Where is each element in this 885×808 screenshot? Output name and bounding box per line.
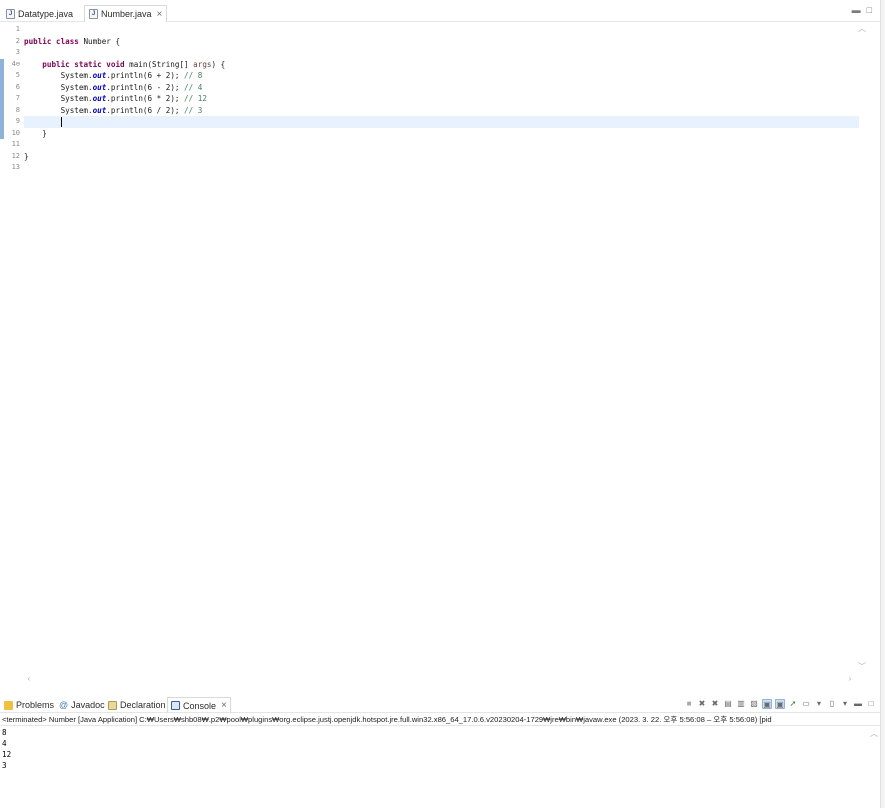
tab-label: Declaration: [120, 700, 166, 710]
scroll-up-icon[interactable]: ︿: [857, 24, 867, 34]
line-number: 2: [15, 36, 20, 45]
code-line: public static void main(String[] args) {: [42, 59, 226, 69]
chevron-down-icon[interactable]: ▾: [814, 699, 824, 709]
line-number-gutter: 1 2 3 4⊖ 5 6 7 8 9 10 11 12 13: [0, 22, 22, 684]
code-line: System.out.println(6 + 2); // 8: [60, 71, 203, 80]
console-output[interactable]: 8 4 12 3: [0, 726, 873, 808]
close-icon[interactable]: ×: [157, 9, 163, 20]
scroll-right-icon[interactable]: ›: [845, 674, 855, 684]
tab-label: Console: [183, 700, 217, 711]
chevron-down-icon[interactable]: ▾: [840, 699, 850, 709]
text-caret: [60, 117, 62, 127]
clear-console-icon[interactable]: ▤: [723, 699, 733, 709]
code-line: System.out.println(6 / 2); // 3: [60, 105, 203, 115]
line-number: 9: [0, 116, 22, 128]
scroll-up-icon[interactable]: ︿: [869, 728, 879, 738]
line-number: 7: [0, 93, 22, 105]
code-line: System.out.println(6 * 2); // 12: [60, 94, 207, 103]
code-editor[interactable]: 1 2 3 4⊖ 5 6 7 8 9 10 11 12 13 public cl…: [0, 22, 873, 684]
show-on-error-icon[interactable]: ▣: [775, 699, 785, 709]
tab-number-java[interactable]: J Number.java ×: [84, 5, 168, 22]
bottom-view-tab-bar: Problems @ Javadoc Declaration Console ×…: [0, 697, 880, 713]
tab-console[interactable]: Console ×: [167, 697, 231, 713]
minimize-icon[interactable]: ▬: [852, 5, 861, 15]
terminate-icon[interactable]: ■: [684, 699, 694, 709]
remove-all-terminated-icon[interactable]: ✖: [710, 699, 720, 709]
scroll-down-icon[interactable]: ﹀: [857, 662, 867, 672]
tab-problems[interactable]: Problems: [1, 697, 57, 713]
line-number: 12: [11, 151, 20, 160]
view-controls: ▬ □: [852, 5, 872, 15]
tab-label: Datatype.java: [18, 8, 74, 19]
pin-console-icon[interactable]: ➚: [788, 699, 798, 709]
remove-launch-icon[interactable]: ✖: [697, 699, 707, 709]
tab-declaration[interactable]: Declaration: [105, 697, 169, 713]
line-number: 13: [11, 163, 20, 171]
console-output-line: 3: [2, 761, 7, 770]
horizontal-scrollbar[interactable]: ‹ ›: [22, 674, 857, 684]
java-file-icon: J: [6, 8, 15, 19]
line-number: 1: [15, 25, 20, 33]
current-code-line[interactable]: [24, 116, 859, 128]
open-console-icon[interactable]: ▯: [827, 699, 837, 709]
vertical-scrollbar[interactable]: ︿ ﹀: [857, 22, 867, 684]
line-number: 10: [0, 127, 22, 139]
line-number: 3: [15, 48, 20, 56]
console-toolbar: ■ ✖ ✖ ▤ ▥ ▧ ▣ ▣ ➚ ▭ ▾ ▯ ▾ ▬ □: [684, 699, 876, 709]
editor-tab-bar: J Datatype.java J Number.java × ▬ □: [0, 5, 880, 22]
line-number: 6: [0, 81, 22, 93]
scroll-left-icon[interactable]: ‹: [24, 674, 34, 684]
code-text-area[interactable]: public class Number { public static void…: [24, 22, 859, 684]
tab-label: Number.java: [101, 9, 152, 19]
line-number: 8: [0, 104, 22, 116]
code-line: }: [24, 128, 47, 138]
declaration-icon: [108, 700, 117, 710]
minimize-icon[interactable]: ▬: [853, 699, 863, 709]
tab-javadoc[interactable]: @ Javadoc: [56, 697, 108, 713]
line-number: 11: [11, 140, 20, 148]
word-wrap-icon[interactable]: ▧: [749, 699, 759, 709]
maximize-icon[interactable]: □: [866, 699, 876, 709]
window-right-edge: [880, 0, 885, 808]
problems-icon: [4, 700, 13, 710]
display-console-icon[interactable]: ▭: [801, 699, 811, 709]
tab-label: Javadoc: [71, 700, 105, 710]
line-number: 4⊖: [0, 58, 22, 70]
code-line: public class Number {: [24, 36, 121, 46]
code-line: System.out.println(6 - 2); // 4: [60, 82, 203, 92]
console-output-line: 12: [2, 750, 12, 759]
scroll-lock-icon[interactable]: ▥: [736, 699, 746, 709]
maximize-icon[interactable]: □: [867, 5, 872, 15]
javadoc-icon: @: [59, 700, 69, 710]
console-output-line: 4: [2, 739, 7, 748]
tab-label: Problems: [16, 700, 55, 710]
console-icon: [171, 701, 180, 710]
code-line: }: [24, 151, 29, 161]
show-on-output-icon[interactable]: ▣: [762, 699, 772, 709]
java-file-icon: J: [89, 9, 98, 19]
console-output-line: 8: [2, 728, 7, 737]
console-process-label: <terminated> Number [Java Application] C…: [0, 713, 880, 726]
close-icon[interactable]: ×: [221, 700, 227, 711]
tab-datatype-java[interactable]: J Datatype.java: [2, 5, 77, 22]
line-number: 5: [0, 70, 22, 82]
